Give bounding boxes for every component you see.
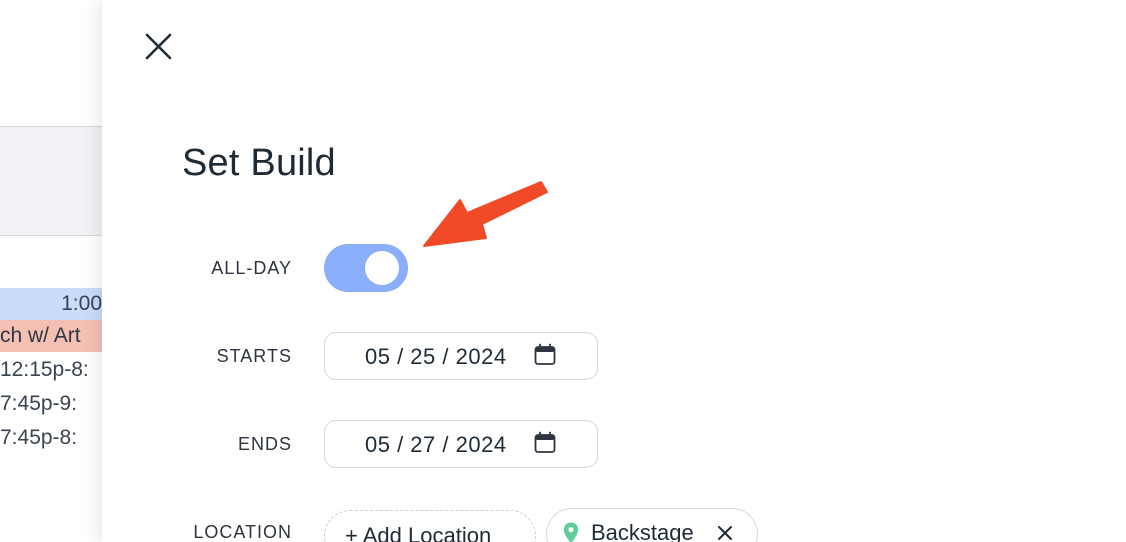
add-location-button[interactable]: + Add Location [324, 510, 536, 542]
calendar-event-label: 7:45p-8: [0, 426, 78, 449]
page-title: Set Build [182, 142, 336, 184]
calendar-event-label: 12:15p-8: [0, 358, 89, 381]
close-button[interactable] [142, 30, 176, 64]
all-day-label: ALL-DAY [211, 258, 292, 278]
calendar-event-label: 1:00 [61, 292, 102, 315]
add-location-label: + Add Location [345, 523, 492, 542]
calendar-event-label: ch w/ Art [0, 324, 81, 347]
calendar-event-label: 7:45p-9: [0, 392, 78, 415]
background-calendar: 1:00 ch w/ Art 12:15p-8: 7:45p-9: 7:45p-… [0, 0, 102, 542]
calendar-event[interactable]: 12:15p-8: [0, 354, 102, 386]
start-date-value: 05 / 25 / 2024 [365, 344, 507, 369]
calendar-icon[interactable] [533, 431, 557, 455]
all-day-toggle[interactable] [324, 244, 408, 292]
map-pin-icon [563, 522, 579, 542]
toggle-knob [365, 251, 399, 285]
event-drawer: Set Build ALL-DAY STARTS 05 / 25 / 2024 … [102, 0, 1126, 542]
location-chip[interactable]: Backstage [546, 508, 758, 542]
calendar-icon[interactable] [533, 343, 557, 367]
remove-location-icon[interactable] [715, 523, 735, 542]
end-date-input[interactable]: 05 / 27 / 2024 [324, 420, 598, 468]
end-date-value: 05 / 27 / 2024 [365, 432, 507, 457]
starts-label: STARTS [216, 346, 292, 366]
annotation-arrow-icon [423, 181, 548, 247]
location-label: LOCATION [193, 522, 292, 542]
page: 1:00 ch w/ Art 12:15p-8: 7:45p-9: 7:45p-… [0, 0, 1126, 542]
calendar-event[interactable]: 7:45p-8: [0, 422, 102, 454]
location-chip-label: Backstage [591, 520, 694, 542]
start-date-input[interactable]: 05 / 25 / 2024 [324, 332, 598, 380]
calendar-event[interactable]: ch w/ Art [0, 320, 102, 352]
ends-label: ENDS [237, 434, 292, 454]
calendar-header [0, 126, 102, 236]
calendar-event[interactable]: 7:45p-9: [0, 388, 102, 420]
calendar-event[interactable]: 1:00 [0, 288, 102, 320]
close-icon [145, 33, 172, 60]
